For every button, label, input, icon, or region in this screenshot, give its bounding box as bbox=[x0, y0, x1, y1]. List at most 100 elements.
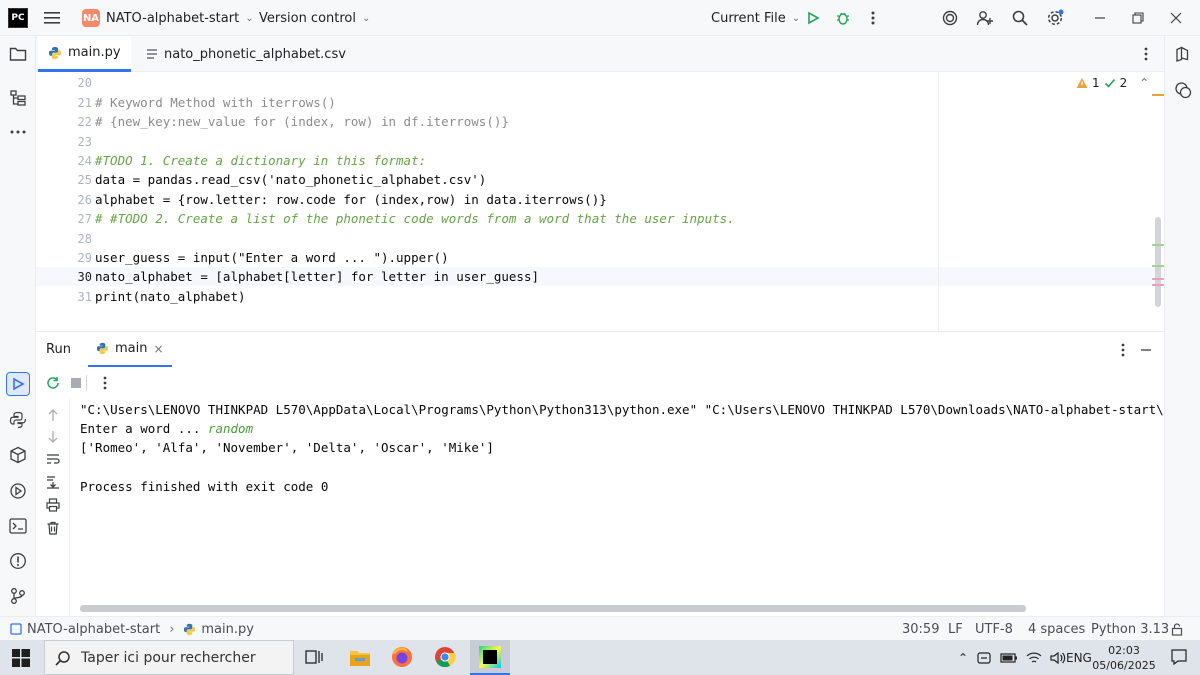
rerun-icon[interactable] bbox=[41, 371, 65, 395]
tab-main-py[interactable]: main.py bbox=[38, 36, 131, 72]
services-icon[interactable] bbox=[6, 479, 30, 503]
hide-panel-icon[interactable] bbox=[1134, 338, 1158, 362]
search-icon bbox=[55, 650, 70, 666]
editor-tab-bar: main.py nato_phonetic_alphabet.csv bbox=[36, 36, 1164, 72]
close-window-icon[interactable] bbox=[1164, 6, 1188, 30]
more-options-icon[interactable] bbox=[93, 371, 117, 395]
project-folder-icon[interactable] bbox=[6, 42, 30, 66]
ai-assistant-icon[interactable] bbox=[938, 6, 962, 30]
arrow-down-icon[interactable] bbox=[41, 425, 65, 449]
inspection-widget[interactable]: 1 2 ⌃ ⌄ bbox=[1076, 76, 1164, 90]
breadcrumb-file[interactable]: main.py bbox=[201, 622, 254, 637]
structure-icon[interactable] bbox=[6, 86, 30, 110]
python-packages-icon[interactable] bbox=[6, 443, 30, 467]
print-icon[interactable] bbox=[41, 493, 65, 517]
code-line: alphabet = {row.letter: row.code for (in… bbox=[95, 192, 607, 207]
breadcrumb-project[interactable]: NATO-alphabet-start bbox=[27, 622, 160, 637]
settings-gear-icon[interactable] bbox=[1043, 6, 1067, 30]
run-tab-main[interactable]: main × bbox=[88, 332, 172, 368]
run-console-output[interactable]: "C:\Users\LENOVO THINKPAD L570\AppData\L… bbox=[70, 399, 1164, 616]
version-control-menu[interactable]: Version control ⌄ bbox=[259, 0, 370, 36]
chevron-up-icon[interactable]: ⌃ bbox=[1139, 76, 1149, 90]
file-explorer-icon[interactable] bbox=[349, 648, 371, 671]
project-badge: NA bbox=[82, 9, 100, 27]
chevron-down-icon: ⌄ bbox=[245, 12, 254, 24]
text-file-icon bbox=[147, 49, 157, 59]
scroll-to-end-icon[interactable] bbox=[41, 470, 65, 494]
left-tool-strip bbox=[0, 36, 36, 616]
indent-setting[interactable]: 4 spaces bbox=[1028, 617, 1085, 641]
restore-window-icon[interactable] bbox=[1126, 6, 1150, 30]
wifi-icon bbox=[1026, 652, 1042, 663]
run-configuration-selector[interactable]: Current File ⌄ bbox=[711, 0, 800, 36]
caret-position[interactable]: 30:59 bbox=[902, 617, 939, 641]
terminal-icon[interactable] bbox=[6, 514, 30, 538]
soft-wrap-icon[interactable] bbox=[41, 447, 65, 471]
console-line: Enter a word ... random bbox=[80, 421, 253, 436]
problems-icon[interactable] bbox=[6, 549, 30, 573]
clock[interactable]: 02:03 05/06/2025 bbox=[1092, 640, 1155, 675]
minimize-window-icon[interactable] bbox=[1088, 6, 1112, 30]
console-prompt: Enter a word ... bbox=[80, 421, 208, 436]
python-interpreter[interactable]: Python 3.13 bbox=[1091, 617, 1169, 641]
run-tool-window-icon[interactable] bbox=[6, 372, 30, 396]
task-view-icon[interactable] bbox=[305, 649, 323, 669]
chrome-icon[interactable] bbox=[434, 646, 456, 672]
editor-scrollbar[interactable] bbox=[1155, 217, 1161, 307]
chevron-down-icon[interactable]: ⌄ bbox=[1161, 76, 1164, 90]
notification-center-icon[interactable] bbox=[1170, 648, 1188, 670]
main-menu-icon[interactable] bbox=[44, 0, 60, 36]
lock-icon[interactable] bbox=[1171, 617, 1183, 641]
project-name: NATO-alphabet-start bbox=[106, 10, 240, 26]
status-bar: NATO-alphabet-start › main.py 30:59 LF U… bbox=[0, 616, 1200, 640]
clear-console-trash-icon[interactable] bbox=[41, 516, 65, 540]
code-line: #TODO 1. Create a dictionary in this for… bbox=[95, 153, 427, 168]
run-options-icon[interactable] bbox=[1111, 338, 1135, 362]
clock-date: 05/06/2025 bbox=[1092, 658, 1156, 672]
firefox-icon[interactable] bbox=[391, 646, 413, 672]
search-icon[interactable] bbox=[1008, 6, 1032, 30]
run-button[interactable] bbox=[801, 6, 825, 30]
console-horizontal-scrollbar[interactable] bbox=[80, 605, 1026, 612]
line-number: 24 bbox=[77, 154, 92, 168]
code-editor[interactable]: 20 21 22 23 24 25 26 27 28 29 30 31 # Ke… bbox=[36, 72, 1164, 331]
notifications-icon[interactable] bbox=[1171, 42, 1195, 66]
windows-start-icon[interactable] bbox=[12, 649, 30, 671]
python-file-icon bbox=[96, 342, 109, 355]
version-control-icon[interactable] bbox=[6, 584, 30, 608]
ai-chat-icon[interactable] bbox=[1171, 78, 1195, 102]
right-margin-guide bbox=[938, 72, 939, 331]
add-user-icon[interactable] bbox=[973, 6, 997, 30]
line-number: 30 bbox=[77, 270, 92, 284]
run-tab-label: main bbox=[115, 341, 148, 356]
warning-count: 1 bbox=[1092, 76, 1100, 90]
debug-button[interactable] bbox=[831, 6, 855, 30]
chevron-up-icon[interactable]: ⌃ bbox=[958, 651, 968, 665]
pycharm-icon bbox=[479, 646, 501, 668]
console-line: ['Romeo', 'Alfa', 'November', 'Delta', '… bbox=[80, 440, 494, 455]
pycharm-taskbar-button[interactable] bbox=[470, 640, 510, 675]
input-language[interactable]: ENG bbox=[1066, 640, 1092, 675]
chevron-right-icon: › bbox=[169, 621, 175, 637]
arrow-up-icon[interactable] bbox=[41, 403, 65, 427]
app-logo-icon[interactable]: PC bbox=[8, 0, 28, 36]
tab-options-icon[interactable] bbox=[1134, 42, 1158, 66]
stop-icon[interactable] bbox=[64, 371, 88, 395]
file-encoding[interactable]: UTF-8 bbox=[975, 617, 1013, 641]
line-number: 29 bbox=[77, 251, 92, 265]
run-panel-header: Run main × bbox=[36, 331, 1164, 368]
close-tab-icon[interactable]: × bbox=[153, 342, 163, 356]
more-tools-icon[interactable] bbox=[6, 120, 30, 144]
line-number: 27 bbox=[77, 212, 92, 226]
line-number: 22 bbox=[77, 115, 92, 129]
system-tray: ⌃ bbox=[958, 640, 1066, 675]
right-tool-strip bbox=[1164, 36, 1200, 616]
more-actions-icon[interactable] bbox=[861, 6, 885, 30]
taskbar-search-box[interactable]: Taper ici pour rechercher bbox=[44, 640, 294, 675]
python-console-icon[interactable] bbox=[6, 408, 30, 432]
project-selector[interactable]: NA NATO-alphabet-start ⌄ bbox=[82, 0, 254, 36]
line-number: 25 bbox=[77, 173, 92, 187]
tab-nato-csv[interactable]: nato_phonetic_alphabet.csv bbox=[136, 36, 356, 72]
onedrive-icon bbox=[977, 651, 991, 664]
line-separator[interactable]: LF bbox=[948, 617, 963, 641]
